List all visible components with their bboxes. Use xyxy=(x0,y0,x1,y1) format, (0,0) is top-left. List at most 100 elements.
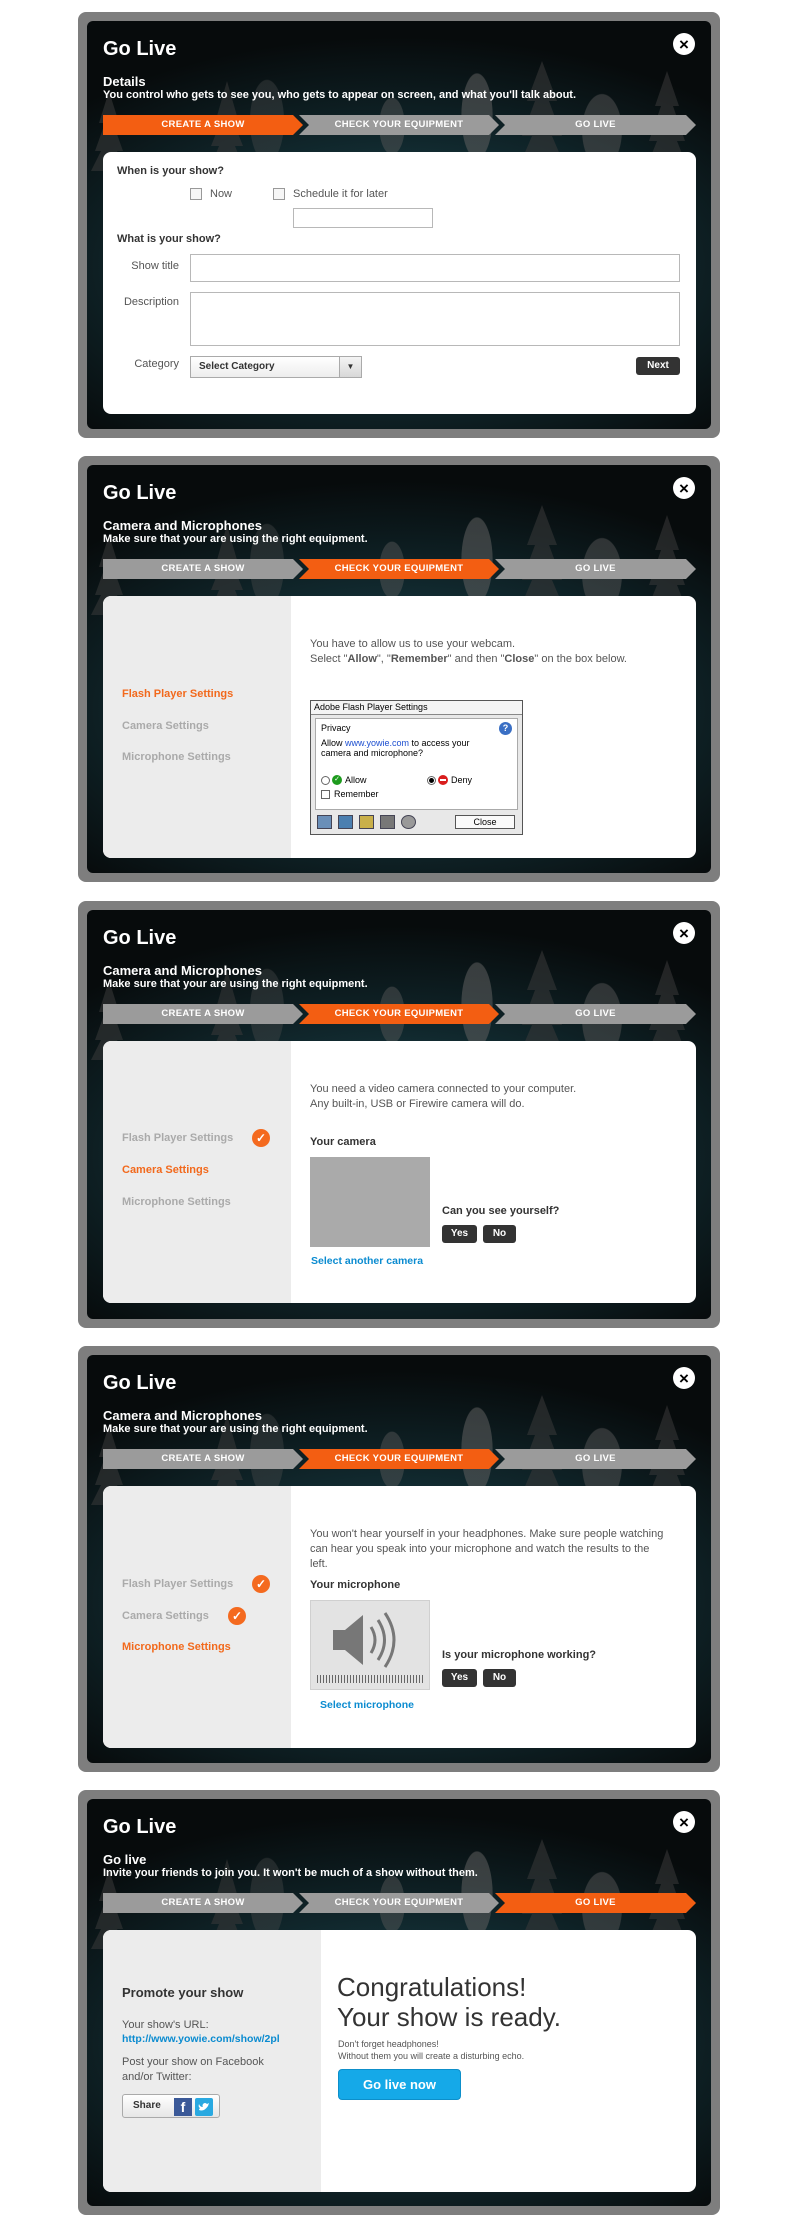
step-check-equipment: Check your equipment xyxy=(299,1449,499,1469)
close-icon[interactable]: × xyxy=(673,1367,695,1389)
when-label: When is your show? xyxy=(117,165,224,177)
yes-button[interactable]: Yes xyxy=(442,1225,477,1243)
dialog-close-button[interactable]: Close xyxy=(455,815,515,829)
category-select[interactable]: Select Category ▼ xyxy=(190,356,362,378)
go-live-panel-microphone-settings: Go Live × Camera and Microphones Make su… xyxy=(78,1346,720,1772)
deny-icon xyxy=(438,775,448,785)
go-live-now-button[interactable]: Go live now xyxy=(338,2069,461,2100)
site-url: www.yowie.com xyxy=(345,738,410,748)
dialog-toolbar: Close xyxy=(315,813,518,832)
panel-background: Go Live × Camera and Microphones Make su… xyxy=(87,465,711,873)
checkmark-icon: ✓ xyxy=(252,1575,270,1593)
privacy-icon[interactable] xyxy=(338,815,353,829)
step-check-equipment: Check your equipment xyxy=(299,1893,499,1913)
twitter-icon[interactable] xyxy=(195,2098,213,2116)
step-check-equipment: Check your equipment xyxy=(299,559,499,579)
step-create-show: Create a show xyxy=(103,1004,303,1024)
instruction-line-1: You need a video camera connected to you… xyxy=(310,1083,577,1095)
checkmark-icon: ✓ xyxy=(228,1607,246,1625)
window-title: Go Live xyxy=(103,927,177,949)
sidebar-item-microphone-settings[interactable]: Microphone Settings xyxy=(122,751,231,763)
your-microphone-label: Your microphone xyxy=(310,1579,401,1591)
sidebar-item-camera-settings[interactable]: Camera Settings xyxy=(122,1164,209,1176)
step-create-show: Create a show xyxy=(103,559,303,579)
share-button[interactable]: Share f xyxy=(122,2094,220,2118)
sidebar-item-microphone-settings[interactable]: Microphone Settings xyxy=(122,1641,231,1653)
details-form: When is your show? Now Schedule it for l… xyxy=(103,152,696,414)
now-checkbox[interactable] xyxy=(190,188,202,200)
section-subheading: Make sure that your are using the right … xyxy=(103,533,368,545)
step-create-show: Create a show xyxy=(103,1893,303,1913)
what-label: What is your show? xyxy=(117,233,221,245)
microphone-icon[interactable] xyxy=(380,815,395,829)
close-icon[interactable]: × xyxy=(673,922,695,944)
deny-label: Deny xyxy=(451,775,473,785)
monitor-icon[interactable] xyxy=(317,815,332,829)
sidebar-item-microphone-settings[interactable]: Microphone Settings xyxy=(122,1196,231,1208)
allow-check-icon: ✓ xyxy=(332,775,342,785)
help-icon[interactable]: ? xyxy=(499,722,512,735)
show-url-link[interactable]: http://www.yowie.com/show/2pl xyxy=(122,2033,317,2045)
go-live-panel-camera-settings: Go Live × Camera and Microphones Make su… xyxy=(78,901,720,1328)
panel-background: Go Live × Camera and Microphones Make su… xyxy=(87,1355,711,1763)
step-go-live: Go live xyxy=(495,559,696,579)
now-label: Now xyxy=(210,188,233,200)
description-textarea[interactable] xyxy=(190,292,680,346)
no-button[interactable]: No xyxy=(483,1669,516,1687)
description-label: Description xyxy=(123,296,179,308)
instruction-line-2: Any built-in, USB or Firewire camera wil… xyxy=(310,1098,525,1110)
checkmark-icon: ✓ xyxy=(252,1129,270,1147)
no-button[interactable]: No xyxy=(483,1225,516,1243)
camera-icon[interactable] xyxy=(401,815,416,829)
window-title: Go Live xyxy=(103,1816,177,1838)
schedule-date-input[interactable] xyxy=(293,208,433,228)
yes-button[interactable]: Yes xyxy=(442,1669,477,1687)
equipment-content: Flash Player Settings ✓ Camera Settings … xyxy=(103,1486,696,1748)
close-icon[interactable]: × xyxy=(673,1811,695,1833)
select-microphone-link[interactable]: Select microphone xyxy=(320,1699,414,1711)
schedule-checkbox[interactable] xyxy=(273,188,285,200)
section-subheading: Make sure that your are using the right … xyxy=(103,1423,368,1435)
section-subheading: Make sure that your are using the right … xyxy=(103,978,368,990)
step-go-live: Go live xyxy=(495,1893,696,1913)
sidebar-item-flash-settings[interactable]: Flash Player Settings xyxy=(122,1132,233,1144)
storage-icon[interactable] xyxy=(359,815,374,829)
allow-label: Allow xyxy=(345,775,367,785)
close-icon[interactable]: × xyxy=(673,33,695,55)
progress-steps: Create a show Check your equipment Go li… xyxy=(103,559,696,579)
window-title: Go Live xyxy=(103,482,177,504)
go-live-panel-ready: Go Live × Go live Invite your friends to… xyxy=(78,1790,720,2215)
chevron-down-icon: ▼ xyxy=(339,357,361,377)
panel-background: Go Live × Camera and Microphones Make su… xyxy=(87,910,711,1319)
sidebar-item-flash-settings[interactable]: Flash Player Settings xyxy=(122,1578,233,1590)
section-heading: Camera and Microphones xyxy=(103,963,262,978)
close-icon[interactable]: × xyxy=(673,477,695,499)
panel-background: Go Live × Details You control who gets t… xyxy=(87,21,711,429)
next-button[interactable]: Next xyxy=(636,357,680,375)
access-question: Allow www.yowie.com to access your camer… xyxy=(321,738,470,758)
remember-label: Remember xyxy=(334,789,379,799)
panel-background: Go Live × Go live Invite your friends to… xyxy=(87,1799,711,2206)
instruction-line-1: You have to allow us to use your webcam. xyxy=(310,638,516,650)
section-heading: Go live xyxy=(103,1852,147,1867)
section-heading: Camera and Microphones xyxy=(103,518,262,533)
microphone-meter xyxy=(310,1600,430,1690)
camera-preview xyxy=(310,1157,430,1247)
step-create-show: Create a show xyxy=(103,115,303,135)
step-go-live: Go live xyxy=(495,1004,696,1024)
congrats-line-2: Your show is ready. xyxy=(337,2002,562,2032)
sidebar-item-camera-settings[interactable]: Camera Settings xyxy=(122,720,209,732)
window-title: Go Live xyxy=(103,1372,177,1394)
equipment-content: Flash Player Settings ✓ Camera Settings … xyxy=(103,1041,696,1303)
allow-radio[interactable] xyxy=(321,776,330,785)
speaker-icon xyxy=(333,1612,396,1668)
select-camera-link[interactable]: Select another camera xyxy=(311,1255,423,1267)
show-title-input[interactable] xyxy=(190,254,680,282)
sidebar-item-camera-settings[interactable]: Camera Settings xyxy=(122,1610,209,1622)
facebook-icon[interactable]: f xyxy=(174,2098,192,2116)
sidebar-item-flash-settings[interactable]: Flash Player Settings xyxy=(122,688,233,700)
promote-title: Promote your show xyxy=(122,1985,244,2000)
remember-checkbox[interactable] xyxy=(321,790,330,799)
deny-radio[interactable] xyxy=(427,776,436,785)
your-camera-label: Your camera xyxy=(310,1136,376,1148)
